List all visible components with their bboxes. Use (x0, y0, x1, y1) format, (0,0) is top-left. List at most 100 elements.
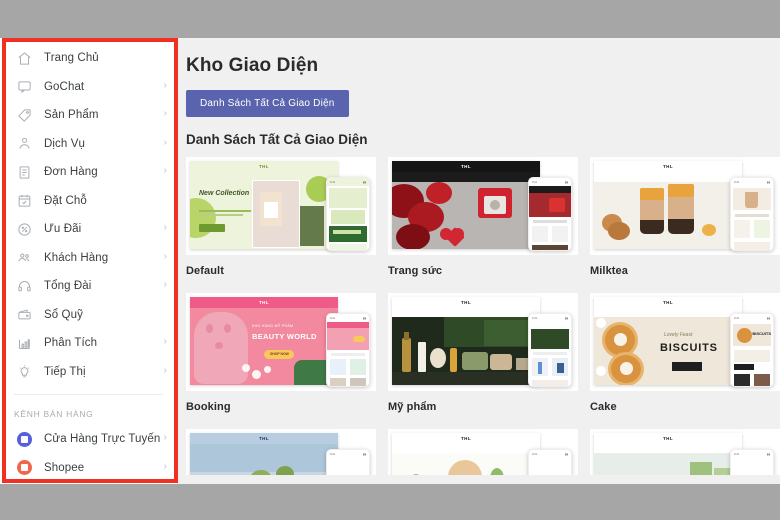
theme-thumbnail: THL Lovely Feast BISCUITS 9:41 ▮▮ BISCUI… (590, 293, 780, 391)
tag-icon (14, 105, 34, 125)
chart-icon (14, 333, 34, 353)
sidebar-item-label: Tiếp Thị (44, 365, 86, 378)
sidebar-group-title: KÊNH BÁN HÀNG (14, 409, 94, 419)
browser-mockup: THL (392, 433, 540, 475)
phone-mockup: 9:41 ▮▮ (326, 313, 370, 387)
theme-card-my-pham[interactable]: THL 9:41 ▮▮ Mỹ phẩm (388, 293, 578, 429)
hero-area: KHO HÀNG MỸ PHẨM BEAUTY WORLD SHOP NOW (190, 308, 338, 385)
theme-card-milktea[interactable]: THL 9:41 ▮▮ Milktea (590, 157, 780, 293)
browser-mockup: THL (594, 161, 742, 249)
theme-thumbnail: THL 9:41 ▮▮ (388, 157, 578, 255)
theme-card-default[interactable]: THL New Collection 9:41 ▮▮ Default (186, 157, 376, 293)
theme-label: Booking (186, 401, 231, 413)
chevron-right-icon: › (163, 136, 167, 148)
wallet-icon (14, 305, 34, 325)
home-icon (14, 48, 34, 68)
sidebar-item-so-quy[interactable]: Sổ Quỹ (0, 301, 177, 330)
browser-mockup: THL (392, 161, 540, 249)
sidebar-item-gochat[interactable]: GoChat › (0, 73, 177, 102)
discount-icon (14, 219, 34, 239)
theme-card-trang-suc[interactable]: THL 9:41 ▮▮ Trang sức (388, 157, 578, 293)
sidebar-item-label: Dịch Vụ (44, 137, 85, 150)
theme-thumbnail: THL 9:41 ▮▮ (388, 293, 578, 391)
browser-brand: THL (190, 433, 338, 444)
theme-card-cake[interactable]: THL Lovely Feast BISCUITS 9:41 ▮▮ BISCUI… (590, 293, 780, 429)
chevron-right-icon: › (163, 432, 167, 444)
sidebar-item-don-hang[interactable]: Đơn Hàng › (0, 158, 177, 187)
sidebar-item-label: Tổng Đài (44, 280, 92, 293)
browser-brand: THL (392, 297, 540, 308)
sidebar-item-cua-hang-truc-tuyen[interactable]: Cửa Hàng Trực Tuyến › (0, 425, 177, 454)
sidebar-item-uu-dai[interactable]: Ưu Đãi › (0, 215, 177, 244)
sidebar-item-label: Khách Hàng (44, 251, 109, 264)
browser-brand: THL (594, 297, 742, 308)
chevron-right-icon: › (163, 279, 167, 291)
theme-card-row3-3[interactable]: THL 9:41 ▮▮ (590, 429, 780, 475)
phone-mockup: 9:41 ▮▮ (326, 177, 370, 251)
theme-grid: THL New Collection 9:41 ▮▮ Default THL 9… (178, 147, 780, 475)
sidebar-item-shopee[interactable]: Shopee › (0, 454, 177, 483)
sidebar-item-dich-vu[interactable]: Dịch Vụ › (0, 130, 177, 159)
sidebar-item-label: Sổ Quỹ (44, 308, 83, 321)
chevron-right-icon: › (163, 250, 167, 262)
sidebar-item-label: Sản Phẩm (44, 109, 99, 122)
theme-label: Mỹ phẩm (388, 401, 437, 413)
hero-area (392, 308, 540, 385)
chevron-right-icon: › (163, 460, 167, 472)
hero-title: New Collection (199, 190, 250, 197)
section-title: Danh Sách Tất Cả Giao Diện (186, 132, 368, 147)
browser-mockup: THL KHO HÀNG MỸ PHẨM BEAUTY WORLD SHOP N… (190, 297, 338, 385)
sidebar-item-label: Đặt Chỗ (44, 194, 87, 207)
phone-mockup: 9:41 ▮▮ (528, 313, 572, 387)
service-icon (14, 134, 34, 154)
theme-card-booking[interactable]: THL KHO HÀNG MỸ PHẨM BEAUTY WORLD SHOP N… (186, 293, 376, 429)
sidebar-item-san-pham[interactable]: Sản Phẩm › (0, 101, 177, 130)
theme-card-row3-1[interactable]: THL 9:41 ▮▮ (186, 429, 376, 475)
browser-mockup: THL (392, 297, 540, 385)
shopee-icon (14, 458, 34, 478)
sidebar-nav-list: Trang Chủ GoChat › Sản Phẩm › Dịch Vụ › … (0, 38, 177, 482)
sidebar-item-label: Shopee (44, 461, 85, 474)
sidebar-item-trang-chu[interactable]: Trang Chủ (0, 44, 177, 73)
phone-mockup: 9:41 ▮▮ (730, 177, 774, 251)
hero-area (594, 172, 742, 249)
sidebar: Trang Chủ GoChat › Sản Phẩm › Dịch Vụ › … (0, 38, 178, 484)
document-icon (14, 162, 34, 182)
window-chrome-bottom (0, 484, 780, 520)
window-chrome-top (0, 0, 780, 38)
sidebar-item-khach-hang[interactable]: Khách Hàng › (0, 244, 177, 273)
browser-mockup: THL Lovely Feast BISCUITS (594, 297, 742, 385)
sidebar-item-tiep-thi[interactable]: Tiếp Thị › (0, 358, 177, 387)
chevron-right-icon: › (163, 165, 167, 177)
hero-cta: SHOP NOW (270, 352, 289, 356)
hero-area (392, 172, 540, 249)
chevron-right-icon: › (163, 336, 167, 348)
calendar-icon (14, 191, 34, 211)
sidebar-item-phan-tich[interactable]: Phân Tích › (0, 329, 177, 358)
phone-mockup: 9:41 ▮▮ (730, 449, 774, 475)
sidebar-item-dat-cho[interactable]: Đặt Chỗ (0, 187, 177, 216)
app-canvas: Trang Chủ GoChat › Sản Phẩm › Dịch Vụ › … (0, 38, 780, 484)
browser-brand: THL (392, 161, 540, 172)
all-themes-button[interactable]: Danh Sách Tất Cả Giao Diện (186, 90, 349, 117)
theme-label: Trang sức (388, 265, 443, 277)
phone-mockup: 9:41 ▮▮ (528, 177, 572, 251)
hero-area (392, 444, 540, 475)
sidebar-item-label: Phân Tích (44, 337, 98, 350)
page-title: Kho Giao Diện (186, 55, 319, 76)
phone-mockup: 9:41 ▮▮ (326, 449, 370, 475)
hero-area (190, 444, 338, 475)
theme-card-row3-2[interactable]: THL 9:41 ▮▮ (388, 429, 578, 475)
customers-icon (14, 248, 34, 268)
theme-thumbnail: THL New Collection 9:41 ▮▮ (186, 157, 376, 255)
online-store-icon (14, 429, 34, 449)
hero-title: BISCUITS (660, 342, 718, 354)
chevron-right-icon: › (163, 79, 167, 91)
browser-mockup: THL (594, 433, 742, 475)
browser-brand: THL (392, 433, 540, 444)
theme-label: Milktea (590, 265, 628, 277)
browser-mockup: THL New Collection (190, 161, 338, 249)
screenshot-root: Trang Chủ GoChat › Sản Phẩm › Dịch Vụ › … (0, 0, 780, 520)
hero-area: Lovely Feast BISCUITS (594, 308, 742, 385)
sidebar-item-tong-dai[interactable]: Tổng Đài › (0, 272, 177, 301)
